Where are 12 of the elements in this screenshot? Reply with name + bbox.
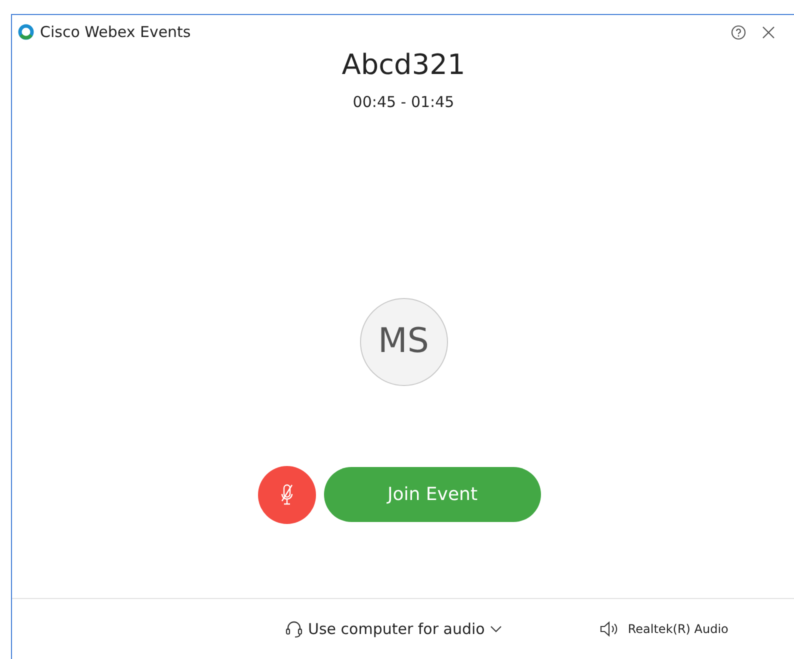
app-logo-icon: [18, 24, 34, 40]
close-icon[interactable]: [762, 26, 775, 38]
speaker-icon: [600, 621, 620, 637]
meeting-title: Abcd321: [342, 51, 466, 79]
meeting-time: 00:45 - 01:45: [352, 92, 454, 113]
chevron-down-icon: [490, 625, 502, 633]
avatar: MS: [360, 298, 448, 386]
headset-icon: [285, 620, 303, 638]
help-icon[interactable]: [731, 24, 746, 40]
window-title: Cisco Webex Events: [40, 22, 191, 43]
speaker-selector[interactable]: Realtek(R) Audio: [600, 620, 728, 638]
audio-option-dropdown[interactable]: Use computer for audio: [285, 618, 502, 640]
